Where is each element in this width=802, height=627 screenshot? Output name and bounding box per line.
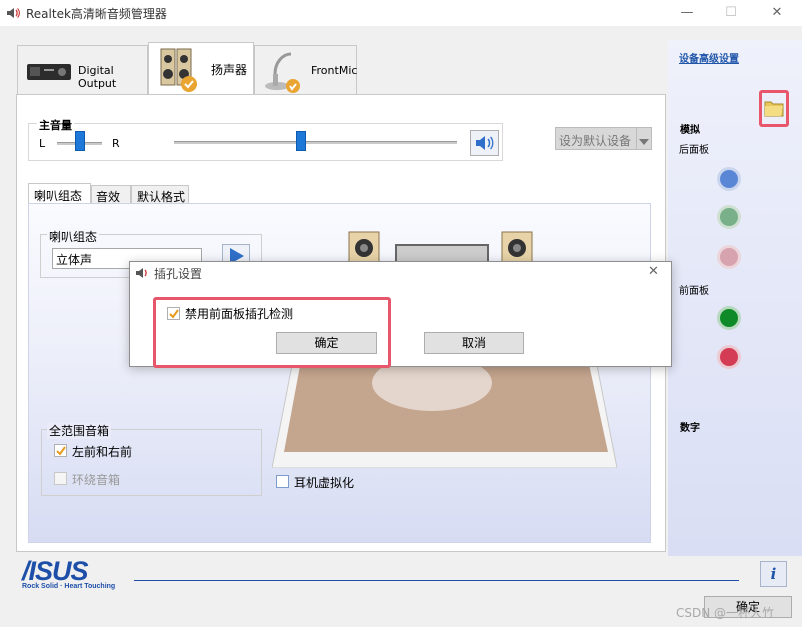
chevron-down-icon: [639, 135, 649, 149]
set-default-device-label: 设为默认设备: [559, 134, 632, 148]
dialog-ok-button[interactable]: 确定: [276, 332, 377, 354]
tab-label: FrontMic: [311, 64, 358, 77]
dialog-ok-label: 确定: [314, 336, 339, 350]
headphone-virtualization-checkbox[interactable]: [276, 475, 289, 488]
dialog-title: 插孔设置: [154, 267, 203, 281]
folder-icon[interactable]: [764, 98, 784, 121]
disable-front-jack-detection-checkbox[interactable]: [167, 307, 180, 320]
left-speaker-image: [348, 231, 380, 263]
volume-slider[interactable]: [174, 141, 457, 144]
speaker-app-icon: [6, 6, 20, 20]
analog-label: 模拟: [680, 125, 700, 136]
check-icon: [56, 446, 66, 456]
speaker-volume-icon: [474, 136, 496, 156]
back-jack-green[interactable]: [717, 205, 741, 229]
dialog-cancel-button[interactable]: 取消: [424, 332, 524, 354]
tab-label: 扬声器: [211, 63, 248, 77]
set-default-device-dropdown[interactable]: 设为默认设备: [555, 127, 652, 150]
floor-image: [271, 354, 618, 469]
right-label: R: [112, 137, 120, 150]
right-speaker-image: [501, 231, 533, 263]
close-button[interactable]: ✕: [760, 2, 794, 24]
headphone-virtualization-label: 耳机虚拟化: [294, 476, 355, 490]
master-volume-label: 主音量: [37, 117, 74, 133]
back-jack-blue[interactable]: [717, 167, 741, 191]
front-panel-label: 前面板: [679, 286, 709, 297]
check-icon: [169, 309, 179, 319]
tab-label: Digital Output: [78, 64, 117, 90]
microphone-icon: [261, 50, 301, 94]
left-label: L: [39, 137, 46, 150]
front-lr-label: 左前和右前: [72, 445, 133, 459]
asus-tagline: Rock Solid · Heart Touching: [22, 583, 116, 590]
speaker-config-value: 立体声: [56, 253, 93, 267]
front-lr-checkbox[interactable]: [54, 444, 67, 457]
back-jack-pink[interactable]: [717, 245, 741, 269]
speakers-icon: [159, 47, 199, 93]
back-panel-label: 后面板: [679, 145, 709, 156]
speaker-app-icon: [135, 266, 149, 283]
info-icon: i: [770, 565, 777, 583]
surround-checkbox[interactable]: [54, 472, 67, 485]
volume-slider-thumb[interactable]: [296, 131, 307, 151]
disable-front-jack-detection-label: 禁用前面板插孔检测: [185, 307, 294, 321]
digital-output-icon: [26, 60, 72, 84]
tab-speakers[interactable]: 扬声器: [148, 42, 254, 96]
minimize-button[interactable]: —: [670, 2, 704, 24]
title-bar: Realtek高清晰音频管理器 — ☐ ✕: [0, 0, 802, 26]
tab-digital-output[interactable]: Digital Output: [17, 45, 148, 95]
full-range-label: 全范围音箱: [47, 422, 112, 439]
tab-frontmic[interactable]: FrontMic: [254, 45, 357, 95]
front-jack-red[interactable]: [717, 345, 741, 369]
tab-sound-effects[interactable]: 音效: [91, 185, 131, 204]
advanced-settings-link[interactable]: 设备高级设置: [679, 50, 739, 65]
balance-slider-thumb[interactable]: [74, 131, 85, 151]
tab-default-format[interactable]: 默认格式: [131, 185, 189, 204]
dropdown-divider: [636, 127, 637, 150]
mute-button[interactable]: [470, 130, 499, 156]
watermark: CSDN @一杯人竹: [676, 606, 775, 620]
speaker-config-label: 喇叭组态: [47, 228, 100, 245]
tab-label: 喇叭组态: [34, 189, 83, 203]
front-jack-green[interactable]: [717, 306, 741, 330]
dialog-close-button[interactable]: ✕: [648, 264, 659, 279]
surround-label: 环绕音箱: [72, 473, 121, 487]
footer-divider: [134, 580, 739, 581]
window-title: Realtek高清晰音频管理器: [26, 7, 167, 21]
dialog-cancel-label: 取消: [461, 336, 486, 350]
digital-label: 数字: [680, 423, 700, 434]
tab-speaker-config[interactable]: 喇叭组态: [28, 183, 91, 205]
info-button[interactable]: i: [760, 561, 787, 587]
maximize-button[interactable]: ☐: [714, 2, 748, 24]
